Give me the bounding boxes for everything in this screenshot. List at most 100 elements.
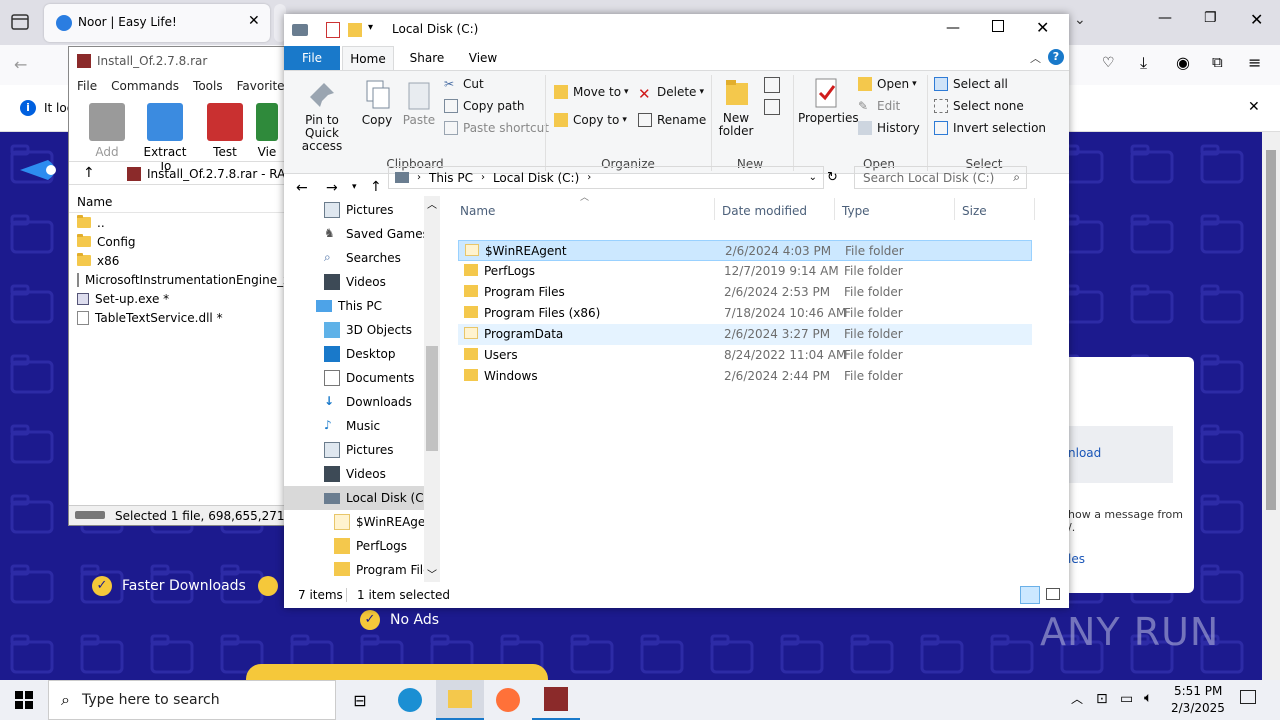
table-row[interactable]: ProgramData 2/6/2024 3:27 PM File folder xyxy=(458,324,1032,345)
clock-time[interactable]: 5:51 PM xyxy=(1174,684,1222,698)
table-row[interactable]: Program Files (x86) 7/18/2024 10:46 AM F… xyxy=(458,303,1032,324)
nav-item-saved-games[interactable]: ♞ Saved Games xyxy=(324,222,429,246)
table-row[interactable]: Windows 2/6/2024 2:44 PM File folder xyxy=(458,366,1032,387)
easy-access-icon[interactable] xyxy=(764,99,780,115)
nav-item-desktop[interactable]: Desktop xyxy=(324,342,396,366)
tab-file[interactable]: File xyxy=(284,46,340,70)
recent-dropdown-icon[interactable]: ▾ xyxy=(352,182,357,192)
paste-button[interactable]: Paste xyxy=(400,79,438,127)
winrar-view-button[interactable]: Vie xyxy=(247,103,287,159)
invert-selection-button[interactable]: Invert selection xyxy=(934,121,1046,135)
network-drive-icon[interactable]: ⊡ xyxy=(1096,691,1108,707)
new-folder-qa-icon[interactable] xyxy=(348,23,362,37)
scroll-down-icon[interactable]: ﹀ xyxy=(427,566,437,581)
list-item[interactable]: MicrosoftInstrumentationEngine_x8 xyxy=(69,270,298,289)
menu-commands[interactable]: Commands xyxy=(111,79,179,93)
tab-view[interactable]: View xyxy=(458,46,508,70)
nav-item-documents[interactable]: Documents xyxy=(324,366,414,390)
help-icon[interactable]: ? xyxy=(1048,49,1064,65)
nav-item-searches[interactable]: ⌕ Searches xyxy=(324,246,401,270)
notifications-icon[interactable] xyxy=(1240,690,1256,704)
move-to-button[interactable]: Move to ▾ xyxy=(554,85,629,99)
dialog-download-button[interactable]: nload xyxy=(1060,426,1173,483)
nav-item-perflogs[interactable]: PerfLogs xyxy=(334,534,407,558)
browser-tab-active[interactable]: Noor | Easy Life! ✕ xyxy=(44,4,270,42)
close-window-icon[interactable]: ✕ xyxy=(1250,10,1263,29)
back-icon[interactable]: ← xyxy=(14,55,27,74)
list-item[interactable]: Set-up.exe * xyxy=(69,289,291,308)
nav-item-3d-objects[interactable]: 3D Objects xyxy=(324,318,412,342)
show-hidden-icons[interactable]: ︿ xyxy=(1071,690,1083,707)
nav-item-program-files[interactable]: Program Files xyxy=(334,558,437,576)
address-bar[interactable]: › This PC › Local Disk (C:) › ⌄ xyxy=(388,166,824,189)
address-dropdown-icon[interactable]: ⌄ xyxy=(809,172,817,183)
extensions-icon[interactable]: ⧉ xyxy=(1212,53,1223,71)
pocket-icon[interactable]: ♡ xyxy=(1102,55,1115,71)
rename-button[interactable]: Rename xyxy=(638,113,706,127)
ribbon-collapse-icon[interactable]: ︿ xyxy=(1030,50,1041,66)
maximize-icon[interactable] xyxy=(992,20,1004,32)
copy-path-button[interactable]: Copy path xyxy=(444,99,525,113)
restore-icon[interactable]: ❐ xyxy=(1204,10,1217,26)
start-button[interactable] xyxy=(0,680,48,720)
winrar-test-button[interactable]: Test xyxy=(197,103,253,159)
winrar-column-header[interactable]: Name xyxy=(69,191,291,213)
properties-qa-icon[interactable] xyxy=(326,22,340,38)
tab-overview-icon[interactable] xyxy=(10,12,30,32)
properties-button[interactable]: Properties xyxy=(798,77,859,125)
menu-tools[interactable]: Tools xyxy=(193,79,223,93)
copy-to-button[interactable]: Copy to ▾ xyxy=(554,113,627,127)
nav-scrollbar[interactable]: ︿ ﹀ xyxy=(424,196,440,582)
nav-item-videos-2[interactable]: Videos xyxy=(324,462,386,486)
tab-share[interactable]: Share xyxy=(400,46,454,70)
copy-button[interactable]: Copy xyxy=(360,79,394,127)
cut-button[interactable]: ✂ Cut xyxy=(444,77,484,91)
table-row[interactable]: $WinREAgent 2/6/2024 4:03 PM File folder xyxy=(458,240,1032,261)
nav-item-downloads[interactable]: ↓ Downloads xyxy=(324,390,412,414)
list-item[interactable]: x86 xyxy=(69,251,291,270)
scroll-up-icon[interactable]: ︿ xyxy=(427,196,437,211)
column-name[interactable]: Name xyxy=(77,195,112,209)
details-view-icon[interactable] xyxy=(1020,586,1040,604)
explorer-taskbar-button[interactable] xyxy=(436,680,484,720)
search-input[interactable]: Search Local Disk (C:) ⌕ xyxy=(854,166,1027,189)
nav-item-winreagent[interactable]: $WinREAgent xyxy=(334,510,438,534)
forward-icon[interactable]: → xyxy=(326,180,338,196)
table-row[interactable]: Program Files 2/6/2024 2:53 PM File fold… xyxy=(458,282,1032,303)
new-item-icon[interactable] xyxy=(764,77,780,93)
table-row[interactable]: PerfLogs 12/7/2019 9:14 AM File folder xyxy=(458,261,1032,282)
dialog-link[interactable]: les xyxy=(1068,552,1085,566)
tab-home[interactable]: Home xyxy=(342,46,394,70)
open-button[interactable]: Open ▾ xyxy=(858,77,917,91)
history-button[interactable]: History xyxy=(858,121,920,135)
up-icon[interactable]: ↑ xyxy=(83,165,95,181)
column-date-modified[interactable]: Date modified xyxy=(722,204,807,218)
download-cta-button[interactable] xyxy=(246,664,548,680)
winrar-add-button[interactable]: Add xyxy=(79,103,135,159)
nav-item-this-pc[interactable]: This PC xyxy=(316,294,382,318)
list-item[interactable]: TableTextService.dll * xyxy=(69,308,291,327)
menu-icon[interactable]: ≡ xyxy=(1248,53,1261,72)
close-tab-icon[interactable]: ✕ xyxy=(248,13,260,29)
breadcrumb-this-pc[interactable]: This PC xyxy=(429,171,473,185)
select-all-button[interactable]: Select all xyxy=(934,77,1008,91)
menu-file[interactable]: File xyxy=(77,79,97,93)
refresh-icon[interactable]: ↻ xyxy=(827,170,838,185)
menu-favorites[interactable]: Favorites xyxy=(237,79,291,93)
volume-icon[interactable]: 🔈︎ xyxy=(1144,690,1152,706)
nav-item-pictures-2[interactable]: Pictures xyxy=(324,438,394,462)
account-icon[interactable]: ◉ xyxy=(1176,53,1190,72)
select-none-button[interactable]: Select none xyxy=(934,99,1024,113)
up-icon[interactable]: ↑ xyxy=(370,179,382,195)
nav-item-pictures[interactable]: Pictures xyxy=(324,198,394,222)
edge-button[interactable] xyxy=(386,680,434,720)
delete-button[interactable]: ✕ Delete ▾ xyxy=(638,85,704,103)
close-notification-icon[interactable]: ✕ xyxy=(1248,99,1260,115)
task-view-button[interactable]: ⊟ xyxy=(336,680,384,720)
nav-item-videos[interactable]: Videos xyxy=(324,270,386,294)
paste-shortcut-button[interactable]: Paste shortcut xyxy=(444,121,549,135)
list-item[interactable]: .. xyxy=(69,213,291,232)
column-name[interactable]: Name xyxy=(460,204,495,218)
download-icon[interactable]: ⤓ xyxy=(1140,53,1147,73)
new-folder-button[interactable]: New folder xyxy=(716,77,756,138)
